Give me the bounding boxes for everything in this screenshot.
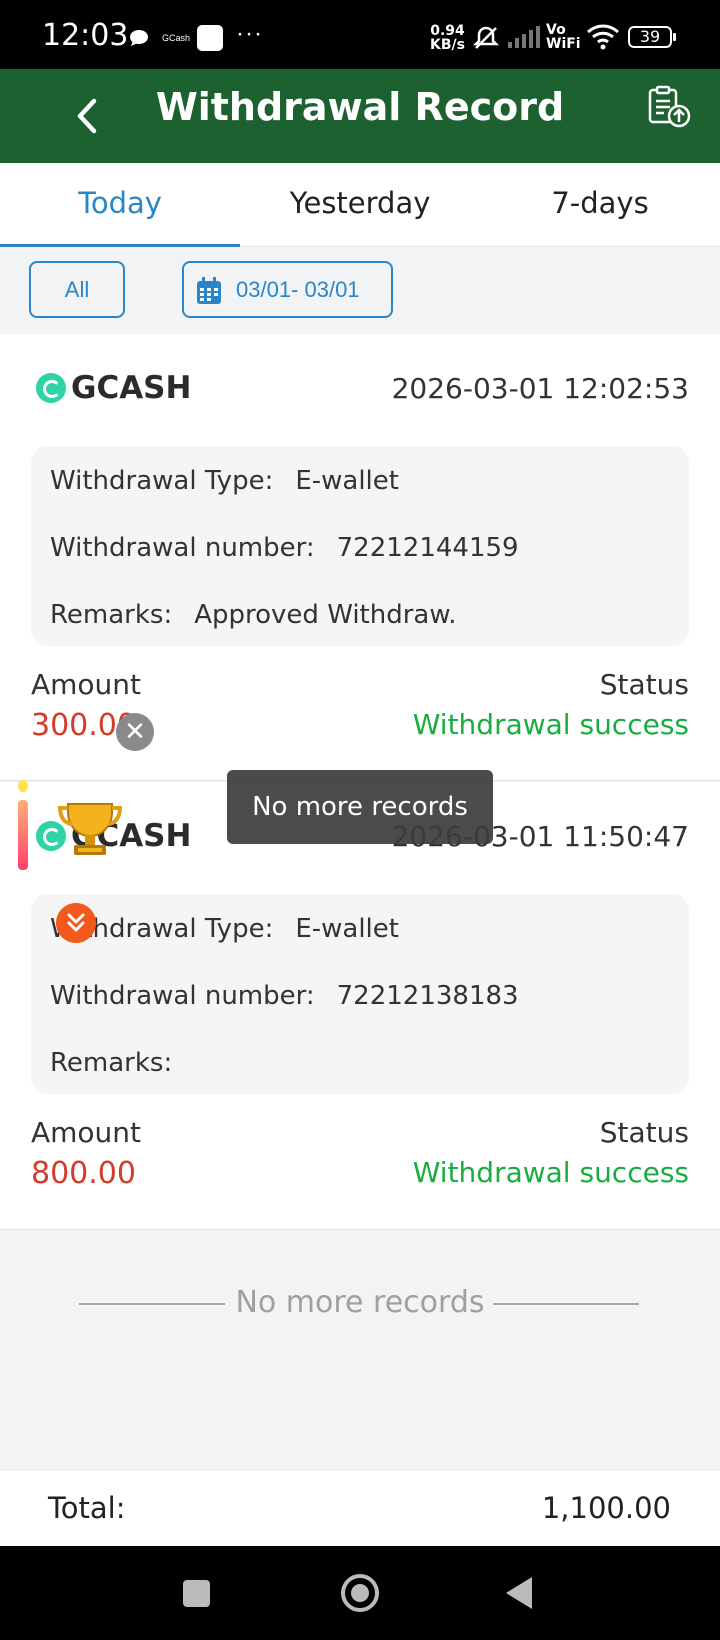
app-notification-icon — [197, 25, 223, 51]
floating-edge-tab[interactable] — [18, 800, 28, 870]
calendar-icon — [197, 277, 221, 304]
record-time: 2026-03-01 12:02:53 — [391, 372, 689, 405]
more-notifications-icon: ··· — [236, 20, 263, 47]
total-value: 1,100.00 — [541, 1491, 671, 1525]
export-record-icon[interactable] — [644, 83, 694, 133]
app-header: Withdrawal Record — [0, 69, 720, 163]
back-button[interactable] — [506, 1577, 532, 1609]
remarks-label: Remarks: — [50, 600, 173, 630]
record-details: Withdrawal Type: E-wallet Withdrawal numb… — [31, 894, 689, 1094]
trophy-icon[interactable] — [56, 794, 124, 862]
total-bar: Total: 1,100.00 — [0, 1471, 720, 1546]
remarks-value: Approved Withdraw. — [194, 600, 457, 630]
status-value: Withdrawal success — [412, 708, 689, 741]
total-label: Total: — [48, 1491, 126, 1525]
tab-7-days[interactable]: 7-days — [480, 163, 720, 246]
record-details: Withdrawal Type: E-wallet Withdrawal numb… — [31, 446, 689, 646]
filter-all-button[interactable]: All — [29, 261, 125, 318]
tab-today[interactable]: Today — [0, 163, 240, 247]
status-time: 12:03 — [42, 18, 129, 53]
page-title: Withdrawal Record — [155, 85, 565, 129]
chat-notification-icon — [130, 30, 148, 46]
list-end: No more records — [0, 1231, 720, 1471]
divider-right — [493, 1303, 639, 1305]
status-label: Status — [599, 668, 689, 701]
date-range-button[interactable]: 03/01- 03/01 — [182, 261, 393, 318]
vowifi-indicator: Vo WiFi — [546, 23, 581, 51]
tab-yesterday[interactable]: Yesterday — [240, 163, 480, 246]
withdrawal-type-row: Withdrawal Type: E-wallet — [50, 914, 399, 944]
system-nav-bar — [0, 1546, 720, 1640]
amount-label: Amount — [31, 1116, 142, 1149]
gcash-notification-label: GCash — [162, 33, 191, 43]
bell-muted-icon — [472, 26, 500, 49]
date-tabs: Today Yesterday 7-days — [0, 163, 720, 247]
record-brand: GCASH — [36, 370, 191, 406]
wifi-icon — [587, 24, 619, 50]
network-speed-value: 0.94 — [430, 23, 465, 39]
withdrawal-number-label: Withdrawal number: — [50, 533, 315, 563]
remarks-row: Remarks: — [50, 1048, 194, 1078]
withdrawal-type-value: E-wallet — [295, 914, 399, 944]
vowifi-top: Vo — [546, 22, 566, 38]
brand-name: GCASH — [71, 370, 192, 406]
recents-button[interactable] — [183, 1580, 210, 1607]
toast-message: No more records — [227, 770, 493, 844]
filter-bar: All 03/01- 03/01 — [0, 248, 720, 333]
signal-icon — [508, 26, 540, 48]
floating-edge-dot — [18, 780, 28, 792]
amount-label: Amount — [31, 668, 142, 701]
withdrawal-type-value: E-wallet — [295, 466, 399, 496]
amount-value: 800.00 — [31, 1156, 136, 1191]
withdrawal-type-label: Withdrawal Type: — [50, 466, 274, 496]
withdrawal-record[interactable]: GCASH 2026-03-01 12:02:53 Withdrawal Typ… — [0, 334, 720, 781]
double-chevron-down-icon[interactable] — [56, 903, 96, 943]
remarks-label: Remarks: — [50, 1048, 173, 1078]
withdrawal-number-label: Withdrawal number: — [50, 981, 315, 1011]
network-speed-unit: KB/s — [430, 37, 465, 53]
network-speed: 0.94 KB/s — [430, 24, 465, 52]
status-value: Withdrawal success — [412, 1156, 689, 1189]
close-icon[interactable]: ✕ — [116, 713, 154, 751]
battery-indicator: 39 — [628, 26, 676, 48]
date-range-label: 03/01- 03/01 — [236, 277, 360, 302]
withdrawal-number-row: Withdrawal number: 72212144159 — [50, 533, 519, 563]
withdrawal-number-row: Withdrawal number: 72212138183 — [50, 981, 519, 1011]
status-bar: 12:03 GCash ··· 0.94 KB/s Vo WiFi 39 — [0, 0, 720, 69]
vowifi-bottom: WiFi — [546, 36, 581, 52]
home-button[interactable] — [341, 1574, 379, 1612]
status-label: Status — [599, 1116, 689, 1149]
gcash-logo-icon — [36, 373, 66, 403]
withdrawal-number-value: 72212144159 — [336, 533, 519, 563]
withdrawal-number-value: 72212138183 — [336, 981, 519, 1011]
withdrawal-type-row: Withdrawal Type: E-wallet — [50, 466, 399, 496]
remarks-row: Remarks: Approved Withdraw. — [50, 600, 457, 630]
